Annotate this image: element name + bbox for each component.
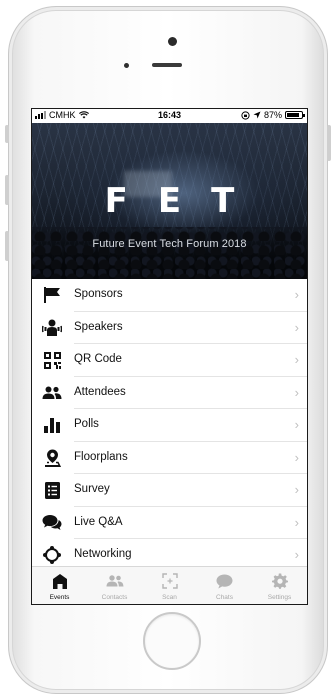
menu-item-sponsors[interactable]: Sponsors ›	[32, 279, 307, 312]
menu-item-label: Networking	[74, 548, 132, 560]
tab-label: Scan	[162, 594, 177, 601]
menu-item-label: Polls	[74, 418, 99, 430]
menu-item-label: Speakers	[74, 320, 123, 333]
event-logo: FET	[104, 181, 265, 221]
tab-label: Chats	[216, 594, 233, 601]
bar-chart-icon	[42, 416, 62, 434]
chevron-right-icon: ›	[294, 547, 299, 562]
home-icon	[32, 572, 87, 590]
chevron-right-icon: ›	[294, 417, 299, 432]
menu-item-live-qa[interactable]: Live Q&A ›	[32, 507, 307, 539]
menu-item-label: Live Q&A	[74, 515, 123, 528]
chevron-right-icon: ›	[294, 319, 299, 335]
event-menu-list: Sponsors › Speakers › QR Code › Attendee…	[32, 279, 307, 572]
orientation-lock-icon	[241, 110, 250, 120]
earpiece-speaker	[152, 63, 182, 67]
menu-item-polls[interactable]: Polls ›	[32, 409, 307, 442]
menu-item-speakers[interactable]: Speakers ›	[32, 312, 307, 344]
power-button	[327, 125, 331, 161]
event-hero-banner: FET Future Event Tech Forum 2018	[32, 123, 307, 279]
flag-icon	[42, 286, 62, 304]
tab-label: Settings	[267, 594, 292, 601]
volume-down-button	[5, 231, 9, 261]
menu-item-floorplans[interactable]: Floorplans ›	[32, 442, 307, 474]
event-subtitle: Future Event Tech Forum 2018	[92, 238, 247, 250]
tab-label: Contacts	[101, 594, 128, 601]
tab-contacts[interactable]: Contacts	[87, 567, 142, 604]
scan-icon	[142, 572, 197, 590]
chat-bubbles-icon	[42, 514, 62, 532]
tab-scan[interactable]: Scan	[142, 567, 197, 604]
map-pin-icon	[42, 449, 62, 467]
menu-item-label: Sponsors	[74, 288, 123, 300]
tab-chats[interactable]: Chats	[197, 567, 252, 604]
menu-item-label: Floorplans	[74, 450, 128, 463]
chevron-right-icon: ›	[294, 384, 299, 400]
chevron-right-icon: ›	[294, 287, 299, 302]
bottom-tab-bar: Events Contacts Scan Chats Settings	[32, 566, 307, 604]
qr-code-icon	[42, 351, 62, 369]
chevron-right-icon: ›	[294, 482, 299, 497]
menu-item-label: QR Code	[74, 353, 122, 365]
attendees-icon	[42, 384, 62, 402]
chat-icon	[197, 572, 252, 590]
status-bar: CMHK 16:43 87%	[32, 109, 307, 123]
status-right: 87%	[241, 110, 305, 120]
gear-icon	[252, 572, 307, 590]
battery-percent: 87%	[263, 110, 282, 120]
chevron-right-icon: ›	[294, 514, 299, 530]
tab-settings[interactable]: Settings	[252, 567, 307, 604]
contacts-icon	[87, 572, 142, 590]
proximity-sensor	[124, 63, 129, 68]
menu-item-label: Survey	[74, 483, 110, 495]
menu-item-label: Attendees	[74, 385, 126, 398]
networking-icon	[42, 546, 62, 564]
tab-label: Events	[49, 594, 70, 601]
mute-switch	[5, 125, 9, 143]
chevron-right-icon: ›	[294, 449, 299, 465]
front-camera	[168, 37, 177, 46]
menu-item-attendees[interactable]: Attendees ›	[32, 377, 307, 409]
home-button[interactable]	[143, 612, 201, 670]
chevron-right-icon: ›	[294, 352, 299, 367]
tab-events[interactable]: Events	[32, 567, 87, 604]
speakers-icon	[42, 319, 62, 337]
menu-item-qr-code[interactable]: QR Code ›	[32, 344, 307, 377]
location-arrow-icon	[253, 111, 261, 119]
audience-silhouettes	[32, 227, 307, 279]
app-screen: CMHK 16:43 87% FET Future Event Tech For…	[31, 108, 308, 605]
volume-up-button	[5, 175, 9, 205]
menu-item-survey[interactable]: Survey ›	[32, 474, 307, 507]
battery-icon	[285, 111, 305, 119]
survey-icon	[42, 481, 62, 499]
